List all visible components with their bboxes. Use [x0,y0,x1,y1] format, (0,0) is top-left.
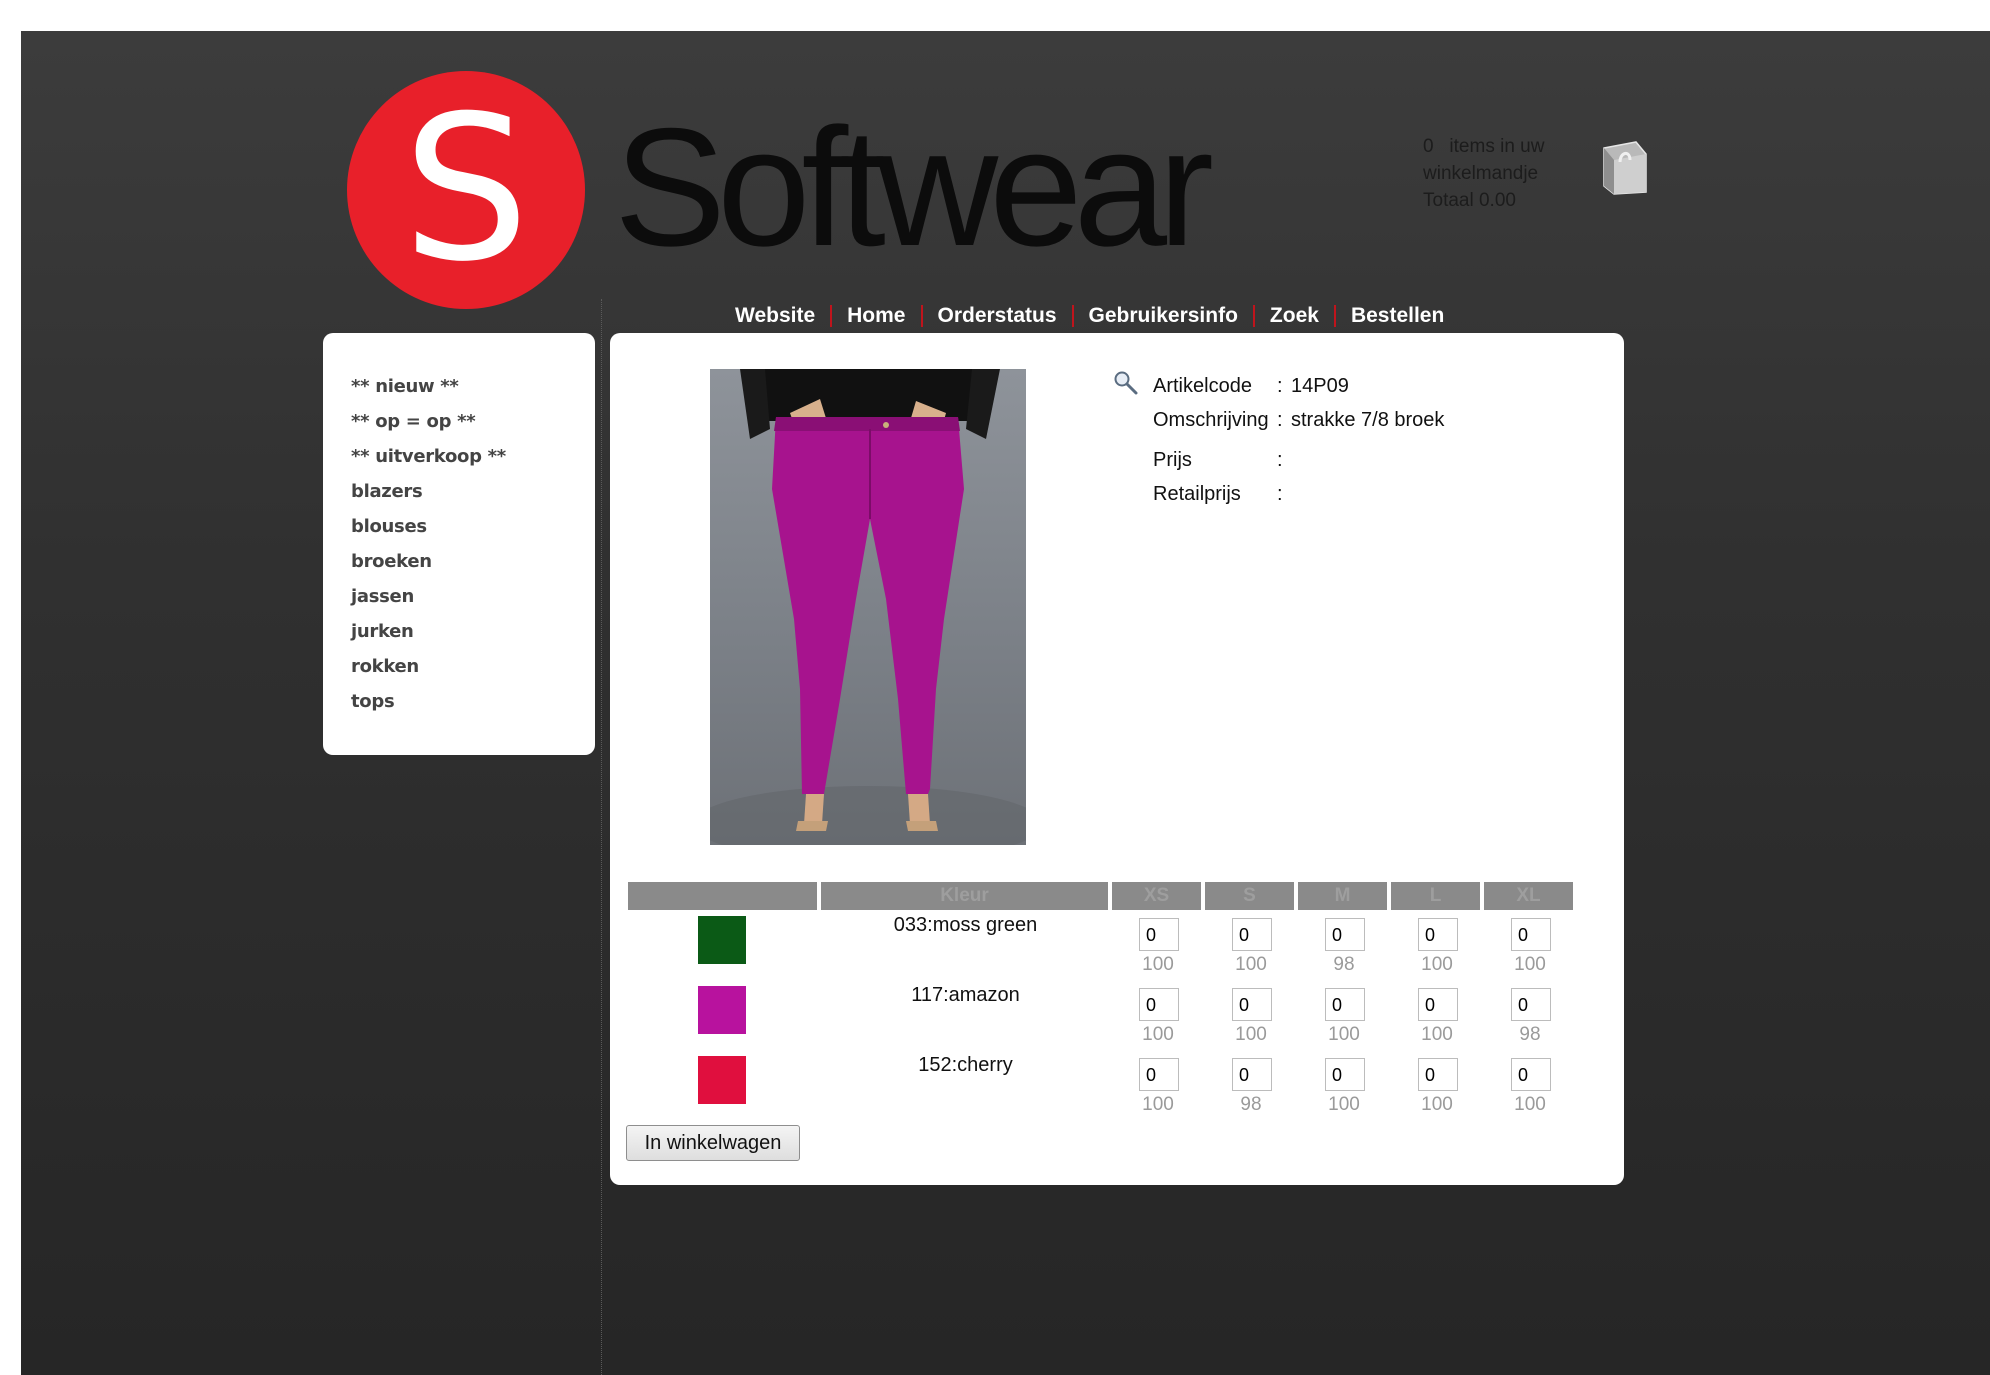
stock-count: 100 [1421,954,1453,975]
detail-separator: : [1277,409,1283,431]
category-broeken[interactable]: broeken [351,552,506,587]
description-value: strakke 7/8 broek [1291,409,1445,431]
quantity-input-l[interactable] [1418,918,1458,951]
cart-total-value: 0.00 [1478,190,1516,211]
nav-separator [1071,305,1074,327]
quantity-input-xl[interactable] [1511,918,1551,951]
header-size-l: L [1391,882,1480,910]
quantity-input-xl[interactable] [1511,988,1551,1021]
category-sidebar: ** nieuw ** ** op = op ** ** uitverkoop … [323,333,595,755]
description-label: Omschrijving [1153,409,1269,431]
stock-count: 100 [1142,1024,1174,1045]
stock-count: 98 [1519,1024,1541,1045]
nav-separator [1333,305,1336,327]
color-swatch [698,1056,746,1104]
stock-count: 100 [1328,1024,1360,1045]
stock-count: 100 [1235,954,1267,975]
magnifier-icon[interactable] [1113,370,1139,396]
add-to-cart-button[interactable]: In winkelwagen [626,1125,800,1161]
stock-count: 100 [1328,1094,1360,1115]
quantity-input-xs[interactable] [1139,988,1179,1021]
color-name: 033:moss green [893,914,1038,936]
category-tops[interactable]: tops [351,692,506,727]
quantity-input-s[interactable] [1232,918,1272,951]
stock-count: 100 [1235,1024,1267,1045]
color-swatch [698,916,746,964]
nav-home[interactable]: Home [847,304,905,328]
cart-basket-text: winkelmandje [1423,163,1539,184]
cart-items-text: items in uw [1449,136,1545,157]
brand-name: Softwear [614,93,1214,281]
stock-count: 100 [1142,1094,1174,1115]
quantity-input-m[interactable] [1325,918,1365,951]
category-uitverkoop[interactable]: ** uitverkoop ** [351,447,506,482]
quantity-input-m[interactable] [1325,988,1365,1021]
nav-separator [1252,305,1255,327]
stock-count: 100 [1514,954,1546,975]
product-panel: Artikelcode : 14P09 Omschrijving : strak… [610,333,1624,1185]
color-name: 117:amazon [911,984,1020,1006]
header-size-m: M [1298,882,1387,910]
color-swatch [698,986,746,1034]
column-divider [601,299,602,1375]
quantity-input-l[interactable] [1418,988,1458,1021]
detail-separator: : [1277,449,1283,471]
price-label: Prijs [1153,449,1192,471]
quantity-input-m[interactable] [1325,1058,1365,1091]
stock-count: 100 [1421,1094,1453,1115]
category-rokken[interactable]: rokken [351,657,506,692]
header-size-xs: XS [1112,882,1201,910]
stock-count: 100 [1421,1024,1453,1045]
cart-count: 0 [1423,136,1434,157]
category-nieuw[interactable]: ** nieuw ** [351,377,506,412]
nav-bestellen[interactable]: Bestellen [1351,304,1444,328]
cart-summary[interactable]: 0 items in uw winkelmandje Totaal 0.00 [1423,133,1583,214]
detail-separator: : [1277,483,1283,505]
stock-count: 100 [1142,954,1174,975]
nav-zoek[interactable]: Zoek [1270,304,1319,328]
category-jassen[interactable]: jassen [351,587,506,622]
category-blazers[interactable]: blazers [351,482,506,517]
stock-count: 98 [1333,954,1355,975]
category-jurken[interactable]: jurken [351,622,506,657]
stock-count: 100 [1514,1094,1546,1115]
logo-letter: S [402,73,530,306]
quantity-input-xl[interactable] [1511,1058,1551,1091]
nav-separator [920,305,923,327]
category-op-is-op[interactable]: ** op = op ** [351,412,506,447]
nav-gebruikersinfo[interactable]: Gebruikersinfo [1089,304,1238,328]
nav-separator [830,305,833,327]
nav-website[interactable]: Website [735,304,815,328]
quantity-input-l[interactable] [1418,1058,1458,1091]
main-nav: Website Home Orderstatus Gebruikersinfo … [735,302,1444,330]
product-image[interactable] [710,369,1026,845]
cart-total-label: Totaal [1423,190,1474,211]
article-code-label: Artikelcode [1153,375,1252,397]
header-color: Kleur [821,882,1108,910]
detail-separator: : [1277,375,1283,397]
category-blouses[interactable]: blouses [351,517,506,552]
pants-illustration [710,369,1026,845]
header-size-xl: XL [1484,882,1573,910]
nav-orderstatus[interactable]: Orderstatus [938,304,1057,328]
product-details: Artikelcode : 14P09 Omschrijving : strak… [1153,375,1444,517]
header-swatch-cell [628,882,817,910]
shopping-bag-icon[interactable] [1600,134,1648,196]
article-code-value: 14P09 [1291,375,1349,397]
retail-price-label: Retailprijs [1153,483,1241,505]
quantity-input-s[interactable] [1232,1058,1272,1091]
header-size-s: S [1205,882,1294,910]
color-name: 152:cherry [918,1054,1013,1076]
quantity-input-s[interactable] [1232,988,1272,1021]
quantity-input-xs[interactable] [1139,918,1179,951]
stock-count: 98 [1240,1094,1262,1115]
quantity-input-xs[interactable] [1139,1058,1179,1091]
